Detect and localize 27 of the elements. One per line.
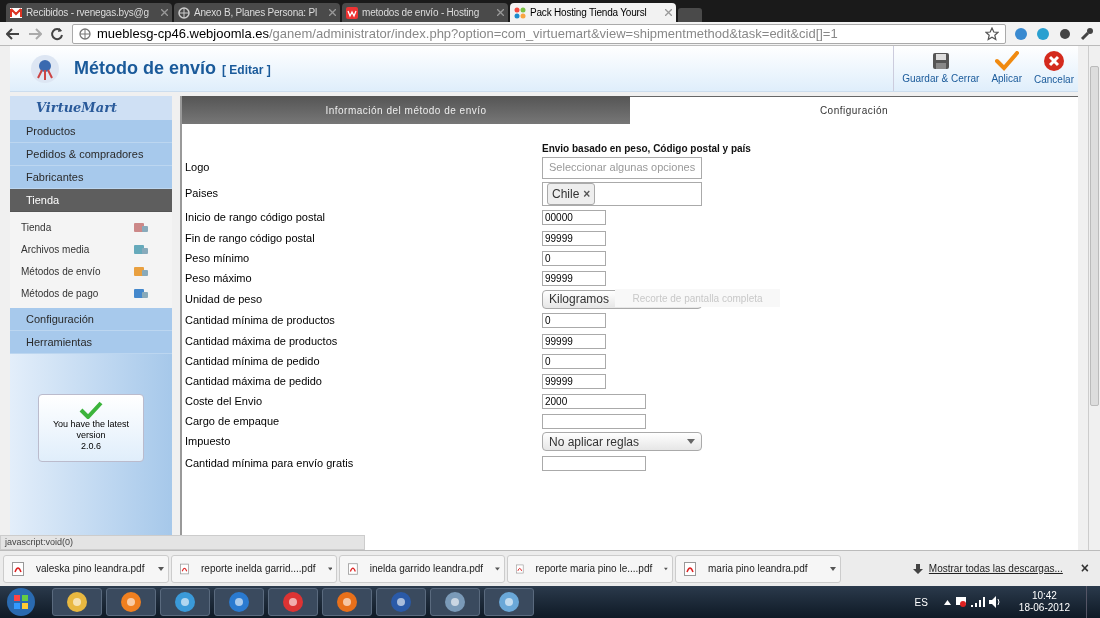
version-message: You have the latest version [52,419,130,441]
field-label: Cantidad máxima de pedido [185,373,323,389]
tab-title: Recibidos - rvenegas.bys@g [26,6,150,20]
page-title: Método de envío [74,57,216,80]
field-label: Logo [185,160,211,176]
field-label: Impuesto [185,434,232,450]
field-label: Unidad de peso [185,291,264,307]
version-number: 2.0.6 [81,441,101,452]
tab-title: metodos de envío - Hosting [362,6,481,20]
field-label: Inicio de rango código postal [185,210,327,226]
field-label: Peso máximo [185,270,253,286]
form-heading: Envio basado en peso, Código postal y país [542,142,751,156]
status-url: javascript:void(0) [0,535,365,550]
field-label: Cantidad mínima de pedido [185,353,321,369]
page-subtitle: [ Editar ] [222,62,271,79]
virtuemart-logo: VirtueMart [36,99,118,118]
field-label: Fin de rango código postal [185,230,316,246]
tab-title: Pack Hosting Tienda Yoursl [530,6,648,20]
field-label: Cantidad máxima de productos [185,333,339,349]
field-label: Peso mínimo [185,250,251,266]
field-label: Cargo de empaque [185,413,281,429]
tab-title: Anexo B, Planes Persona: Pl [194,6,318,20]
field-label: Cantidad mínima para envío gratis [185,456,355,472]
field-label: Coste del Envio [185,393,264,409]
field-label: Paises [185,186,220,202]
field-label: Cantidad mínima de productos [185,313,336,329]
url-text: mueblesg-cp46.webjoomla.es/ganem/administrator/index.php?option=com_virtuemart&view=shipmentmethod&task=edit&cid[]=1 [97,24,838,43]
